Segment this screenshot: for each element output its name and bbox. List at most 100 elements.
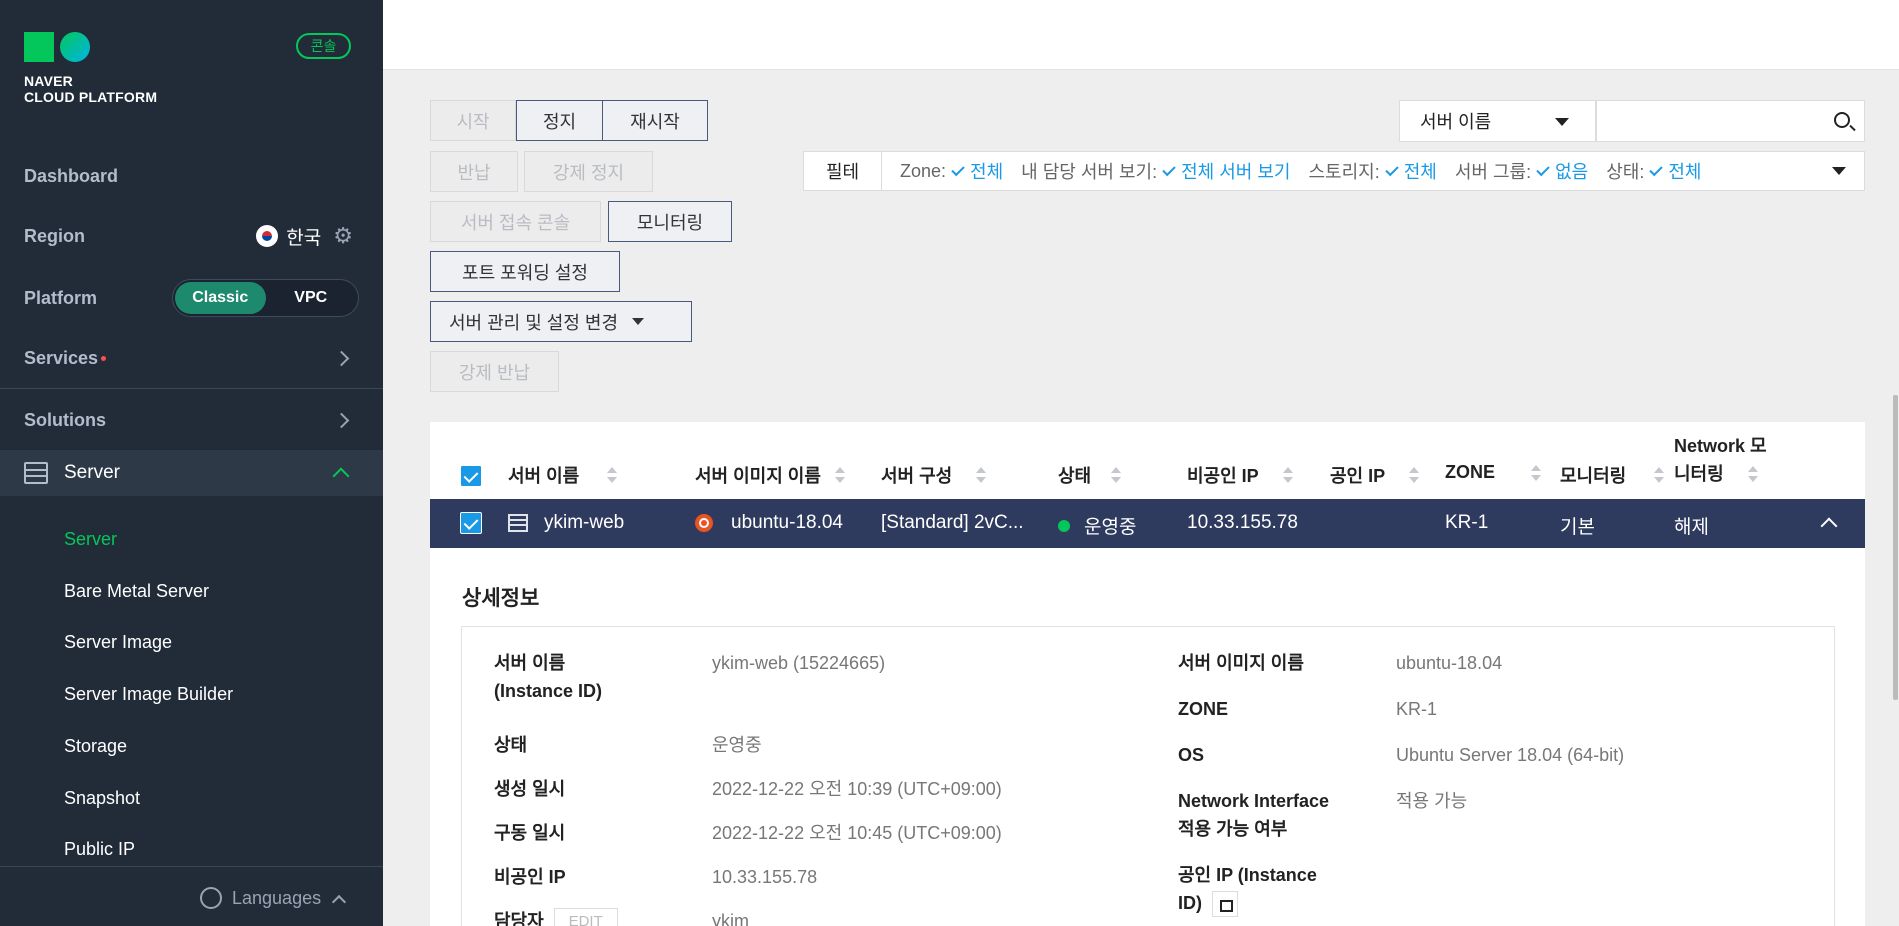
sort-icon bbox=[1282, 466, 1293, 484]
col-public-ip[interactable]: 공인 IP bbox=[1330, 462, 1420, 488]
cell-network-monitoring: 해제 bbox=[1674, 512, 1709, 539]
col-server-config[interactable]: 서버 구성 bbox=[881, 462, 987, 488]
col-network-monitoring[interactable]: Network 모 니터링 bbox=[1674, 432, 1767, 488]
detail-created-label: 생성 일시 bbox=[494, 779, 566, 799]
detail-zone-label: ZONE bbox=[1178, 699, 1229, 719]
filter-my-servers[interactable]: 내 담당 서버 보기: 전체 서버 보기 bbox=[1021, 158, 1290, 184]
sort-icon bbox=[1409, 466, 1420, 484]
col-label: 서버 이미지 이름 bbox=[695, 466, 821, 486]
region-selector[interactable]: 한국 ⚙ bbox=[256, 223, 353, 250]
platform-vpc-button[interactable]: VPC bbox=[266, 282, 357, 314]
server-table: 서버 이름 서버 이미지 이름 서버 구성 상태 비공인 IP 공인 IP ZO… bbox=[430, 422, 1865, 926]
nav-services-label: Services bbox=[24, 348, 99, 368]
label-line: ID) bbox=[1178, 893, 1202, 913]
server-console-button[interactable]: 서버 접속 콘솔 bbox=[430, 201, 601, 242]
subnav-server[interactable]: Server bbox=[64, 529, 117, 550]
filter-zone[interactable]: Zone: 전체 bbox=[900, 158, 1003, 184]
nav-dashboard[interactable]: Dashboard bbox=[0, 146, 383, 206]
subnav-server-image[interactable]: Server Image bbox=[64, 632, 172, 653]
scrollbar[interactable] bbox=[1893, 395, 1898, 700]
detail-started-value: 2022-12-22 오전 10:45 (UTC+09:00) bbox=[712, 823, 1002, 843]
search-input[interactable] bbox=[1596, 100, 1865, 142]
cell-text: 10.33.155.78 bbox=[1187, 512, 1298, 533]
copy-icon[interactable] bbox=[1212, 891, 1238, 918]
restart-button[interactable]: 재시작 bbox=[602, 100, 708, 141]
search-type-select[interactable]: 서버 이름 bbox=[1399, 100, 1596, 142]
edit-manager-button[interactable]: EDIT bbox=[553, 908, 618, 926]
caret-down-icon[interactable] bbox=[1832, 167, 1846, 175]
status-running-icon bbox=[1058, 519, 1070, 532]
stop-button[interactable]: 정지 bbox=[516, 100, 603, 141]
return-button[interactable]: 반납 bbox=[430, 151, 518, 192]
subnav-server-image-builder[interactable]: Server Image Builder bbox=[64, 684, 233, 705]
platform-toggle[interactable]: Classic VPC bbox=[172, 279, 359, 317]
filter-bar[interactable]: 필테 Zone: 전체 내 담당 서버 보기: 전체 서버 보기 스토리지: 전… bbox=[803, 151, 1865, 191]
nav-server[interactable]: Server bbox=[0, 450, 383, 496]
platform-classic-button[interactable]: Classic bbox=[175, 282, 266, 314]
filter-key: 스토리지: bbox=[1308, 162, 1380, 182]
row-checkbox[interactable] bbox=[460, 512, 482, 534]
col-label: Network 모 bbox=[1674, 436, 1767, 456]
table-header: 서버 이름 서버 이미지 이름 서버 구성 상태 비공인 IP 공인 IP ZO… bbox=[430, 422, 1865, 499]
logo-line1: NAVER bbox=[24, 73, 73, 89]
detail-started-label: 구동 일시 bbox=[494, 823, 566, 843]
detail-os-value: Ubuntu Server 18.04 (64-bit) bbox=[1396, 745, 1625, 765]
start-button[interactable]: 시작 bbox=[430, 100, 516, 141]
search-icon[interactable] bbox=[1834, 112, 1850, 128]
col-monitoring[interactable]: 모니터링 bbox=[1560, 462, 1665, 488]
cell-server-name: ykim-web bbox=[508, 512, 624, 534]
nav-solutions[interactable]: Solutions bbox=[0, 390, 383, 450]
col-label: 모니터링 bbox=[1560, 466, 1627, 486]
cell-text: ubuntu-18.04 bbox=[731, 512, 843, 533]
select-all-checkbox[interactable] bbox=[460, 465, 482, 487]
cell-text: 해제 bbox=[1674, 517, 1709, 538]
nav-solutions-label: Solutions bbox=[24, 409, 106, 430]
port-forwarding-button[interactable]: 포트 포워딩 설정 bbox=[430, 251, 620, 292]
col-image-name[interactable]: 서버 이미지 이름 bbox=[695, 462, 845, 488]
subnav-snapshot[interactable]: Snapshot bbox=[64, 788, 140, 809]
subnav-bare-metal-server[interactable]: Bare Metal Server bbox=[64, 581, 209, 602]
table-row[interactable]: ykim-web ubuntu-18.04 [Standard] 2vC... … bbox=[430, 499, 1865, 548]
cell-monitoring: 기본 bbox=[1560, 512, 1595, 539]
filter-storage[interactable]: 스토리지: 전체 bbox=[1308, 158, 1436, 184]
col-zone[interactable]: ZONE bbox=[1445, 462, 1542, 483]
col-label: 비공인 IP bbox=[1187, 466, 1259, 486]
languages-button[interactable]: Languages bbox=[0, 866, 383, 926]
chevron-up-icon[interactable] bbox=[1820, 517, 1838, 535]
detail-name-label: 서버 이름 (Instance ID) bbox=[494, 649, 602, 705]
cell-private-ip: 10.33.155.78 bbox=[1187, 512, 1298, 534]
force-stop-button[interactable]: 강제 정지 bbox=[524, 151, 653, 192]
filter-key: 내 담당 서버 보기: bbox=[1021, 162, 1158, 182]
check-icon bbox=[951, 162, 965, 176]
nav-region: Region 한국 ⚙ bbox=[0, 206, 383, 266]
gear-icon[interactable]: ⚙ bbox=[333, 223, 353, 249]
filter-server-group[interactable]: 서버 그룹: 없음 bbox=[1455, 158, 1588, 184]
sort-icon bbox=[607, 466, 618, 484]
manage-settings-dropdown[interactable]: 서버 관리 및 설정 변경 bbox=[430, 301, 692, 342]
caret-down-icon bbox=[1555, 118, 1569, 126]
col-label: 서버 구성 bbox=[881, 466, 953, 486]
nav-region-label: Region bbox=[24, 225, 85, 246]
chevron-right-icon bbox=[333, 412, 350, 428]
korea-flag-icon bbox=[256, 225, 279, 247]
cell-text: KR-1 bbox=[1445, 512, 1489, 533]
col-label: 공인 IP bbox=[1330, 466, 1386, 486]
label-line: 공인 IP (Instance bbox=[1178, 865, 1317, 885]
filter-key: Zone: bbox=[900, 160, 947, 181]
detail-manager-value: ykim bbox=[712, 911, 749, 926]
monitoring-button[interactable]: 모니터링 bbox=[608, 201, 732, 242]
col-server-name[interactable]: 서버 이름 bbox=[508, 462, 618, 488]
nav-services[interactable]: Services bbox=[0, 329, 383, 389]
subnav-storage[interactable]: Storage bbox=[64, 736, 127, 757]
force-return-button[interactable]: 강제 반납 bbox=[430, 351, 559, 392]
filter-value: 없음 bbox=[1555, 162, 1589, 182]
subnav-public-ip[interactable]: Public IP bbox=[64, 839, 135, 860]
logo-text: NAVER CLOUD PLATFORM bbox=[24, 73, 157, 105]
filter-key: 서버 그룹: bbox=[1454, 162, 1532, 182]
cell-status: 운영중 bbox=[1058, 512, 1136, 539]
col-status[interactable]: 상태 bbox=[1058, 462, 1122, 488]
filter-status[interactable]: 상태: 전체 bbox=[1606, 158, 1701, 184]
console-badge[interactable]: 콘솔 bbox=[296, 33, 351, 59]
check-icon bbox=[1649, 162, 1664, 176]
col-private-ip[interactable]: 비공인 IP bbox=[1187, 462, 1293, 488]
